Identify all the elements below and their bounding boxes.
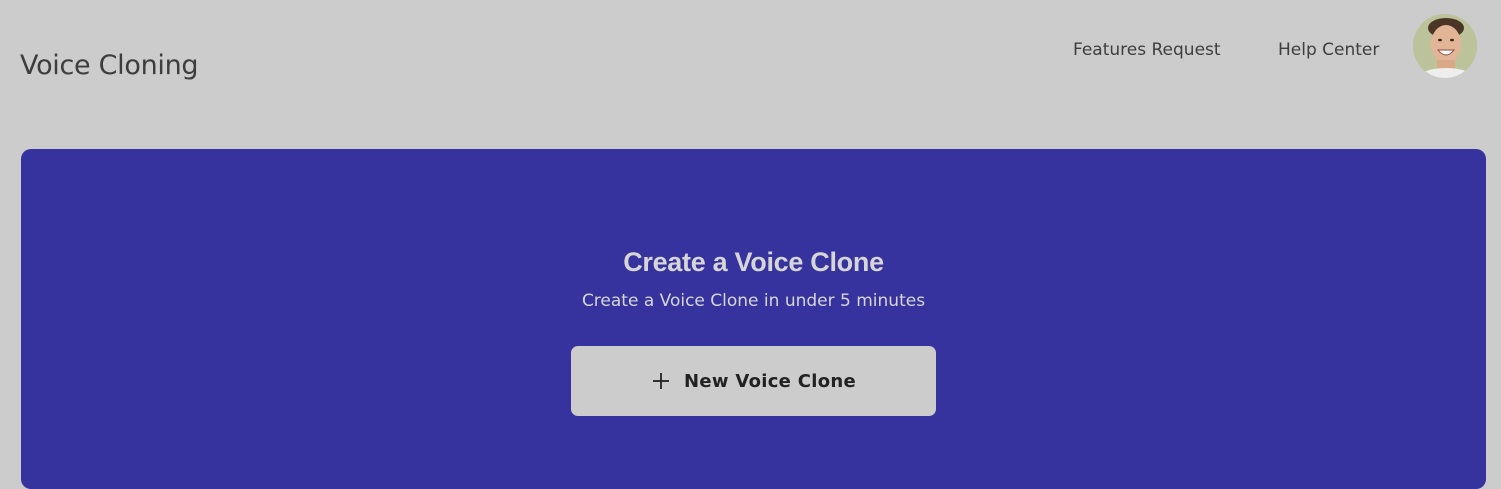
- help-center-link[interactable]: Help Center: [1278, 40, 1379, 60]
- hero-card: Create a Voice Clone Create a Voice Clon…: [21, 149, 1486, 489]
- hero-title: Create a Voice Clone: [623, 247, 884, 277]
- hero-subtitle: Create a Voice Clone in under 5 minutes: [581, 291, 926, 311]
- user-avatar[interactable]: [1413, 14, 1477, 78]
- page-title: Voice Cloning: [20, 50, 199, 81]
- new-voice-clone-label: New Voice Clone: [683, 370, 857, 392]
- new-voice-clone-button[interactable]: New Voice Clone: [571, 346, 936, 416]
- plus-icon: [651, 371, 671, 391]
- avatar-image: [1413, 14, 1477, 78]
- features-request-link[interactable]: Features Request: [1073, 40, 1221, 60]
